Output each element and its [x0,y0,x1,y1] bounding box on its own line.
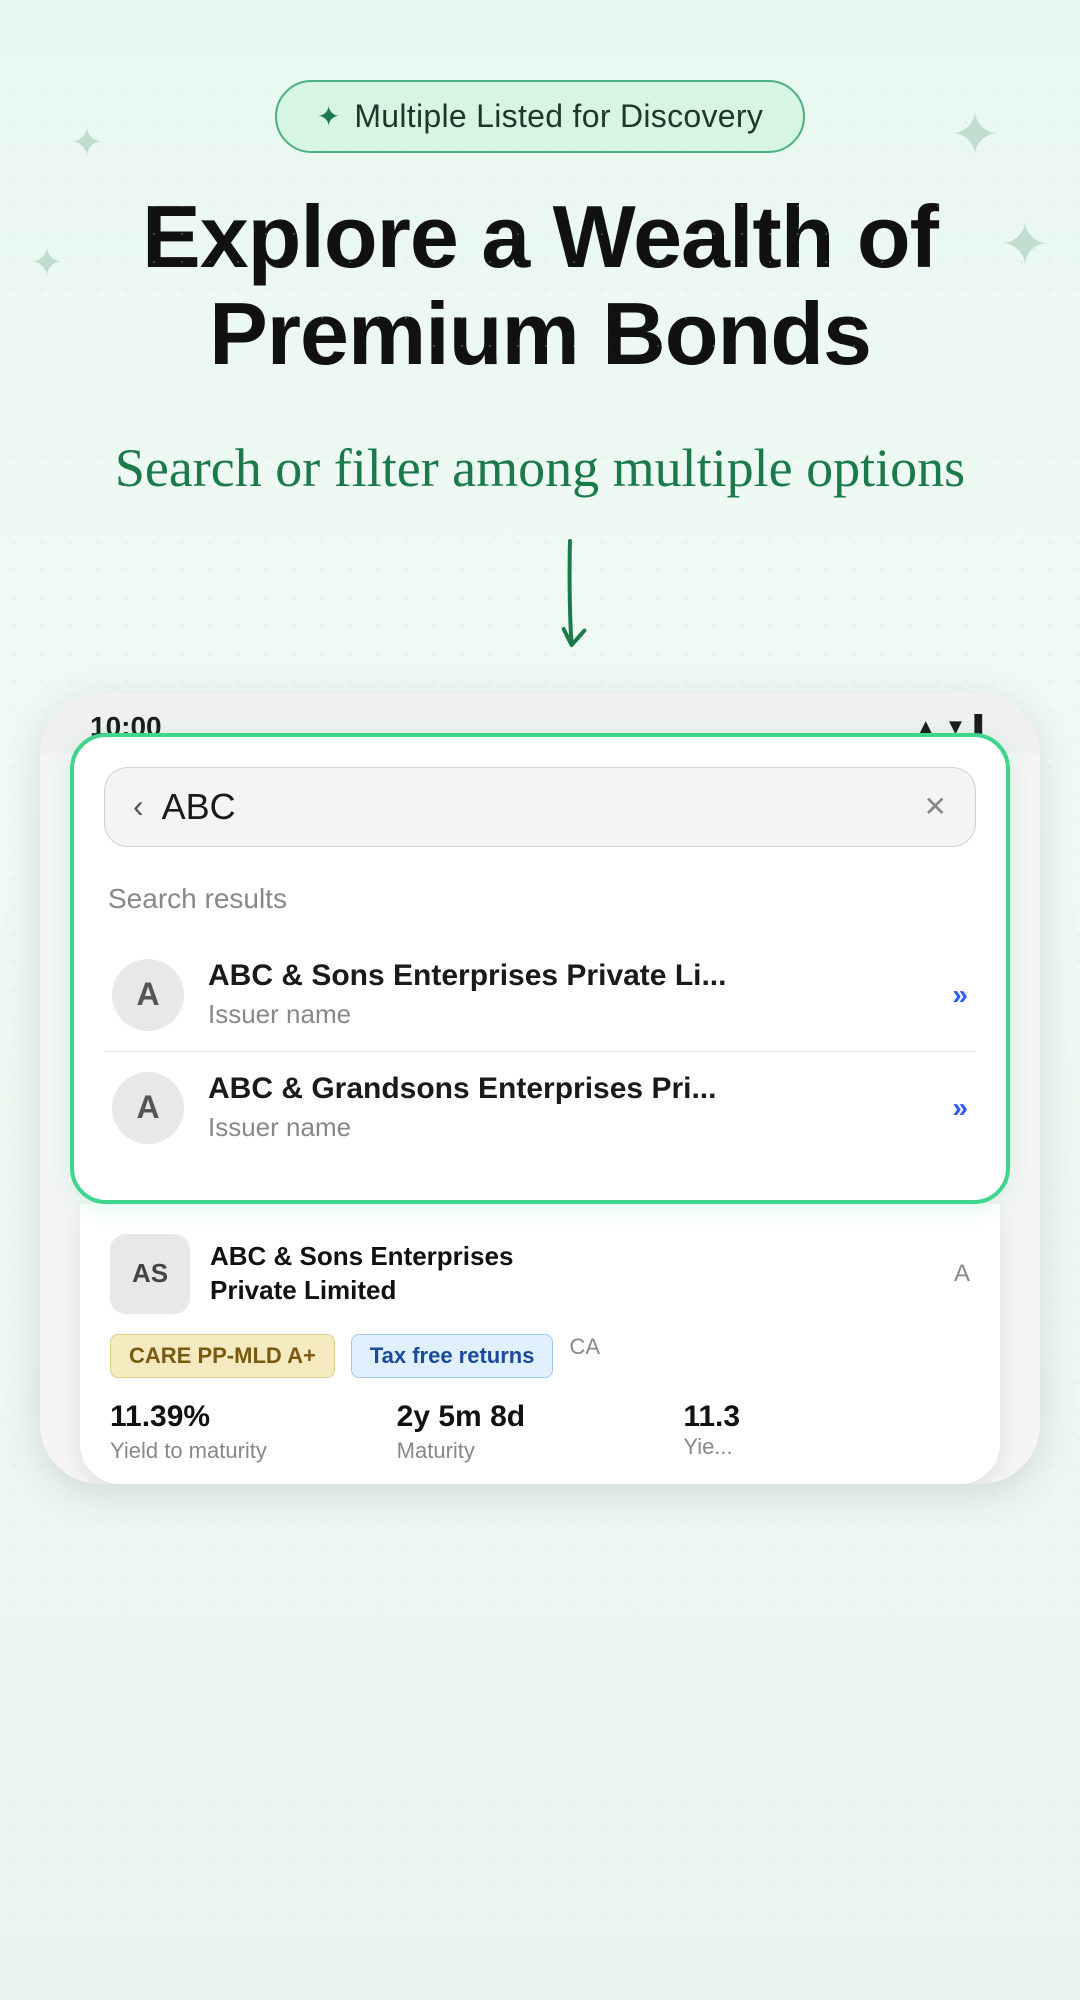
bond-stat-yield2: 11.3 Yie... [683,1400,970,1464]
bond-corner-label: A [954,1260,970,1288]
search-highlight-box: ‹ ABC ✕ Search results A ABC & Sons Ente… [70,733,1010,1204]
phone-mockup: 10:00 ▲ ▼ ▌ ‹ ABC ✕ Search results A ABC… [40,693,1040,1484]
yield2-value: 11.3 [683,1400,970,1434]
result-subtext-2: Issuer name [208,1112,928,1143]
bond-avatar: AS [110,1234,190,1314]
badge-sparkle-icon: ✦ [317,100,340,133]
bond-stats: 11.39% Yield to maturity 2y 5m 8d Maturi… [110,1400,970,1464]
maturity-label: Maturity [397,1438,684,1464]
result-arrow-icon-1: » [952,979,968,1011]
rating-tag: CARE PP-MLD A+ [110,1334,335,1378]
search-result-item-2[interactable]: A ABC & Grandsons Enterprises Pri... Iss… [104,1051,976,1164]
result-avatar-1: A [112,959,184,1031]
arrow-container [0,533,1080,693]
search-result-item-1[interactable]: A ABC & Sons Enterprises Private Li... I… [104,939,976,1051]
clear-icon[interactable]: ✕ [924,790,947,823]
back-icon[interactable]: ‹ [133,788,144,825]
result-text-2: ABC & Grandsons Enterprises Pri... Issue… [208,1072,928,1143]
bond-card-strip: AS ABC & Sons Enterprises Private Limite… [80,1204,1000,1484]
result-subtext-1: Issuer name [208,999,928,1030]
tax-tag: Tax free returns [351,1334,554,1378]
result-name-1: ABC & Sons Enterprises Private Li... [208,959,928,993]
badge-container: ✦ Multiple Listed for Discovery [0,80,1080,153]
company-name-line2: Private Limited [210,1275,396,1305]
bond-tags: CARE PP-MLD A+ Tax free returns CA [110,1334,970,1378]
bond-company-info: ABC & Sons Enterprises Private Limited [210,1240,934,1308]
subtitle-cursive: Search or filter among multiple options [0,433,1080,503]
result-avatar-2: A [112,1072,184,1144]
heading-line2: Premium Bonds [209,284,871,383]
result-name-2: ABC & Grandsons Enterprises Pri... [208,1072,928,1106]
bond-stat-maturity: 2y 5m 8d Maturity [397,1400,684,1464]
discovery-badge: ✦ Multiple Listed for Discovery [275,80,805,153]
result-arrow-icon-2: » [952,1092,968,1124]
result-text-1: ABC & Sons Enterprises Private Li... Iss… [208,959,928,1030]
main-heading: Explore a Wealth of Premium Bonds [0,189,1080,383]
search-results-label: Search results [104,883,976,915]
bond-company-name: ABC & Sons Enterprises Private Limited [210,1240,934,1308]
bond-card-header: AS ABC & Sons Enterprises Private Limite… [110,1234,970,1314]
badge-label: Multiple Listed for Discovery [354,98,763,135]
heading-line1: Explore a Wealth of [142,187,938,286]
arrow-icon [510,533,630,693]
yield2-label: Yie... [683,1434,970,1460]
bond-stat-yield: 11.39% Yield to maturity [110,1400,397,1464]
maturity-value: 2y 5m 8d [397,1400,684,1434]
extra-tag-hint: CA [569,1334,600,1378]
yield-value: 11.39% [110,1400,397,1434]
company-name-line1: ABC & Sons Enterprises [210,1241,513,1271]
yield-label: Yield to maturity [110,1438,397,1464]
search-input[interactable]: ABC [162,786,906,828]
search-bar[interactable]: ‹ ABC ✕ [104,767,976,847]
